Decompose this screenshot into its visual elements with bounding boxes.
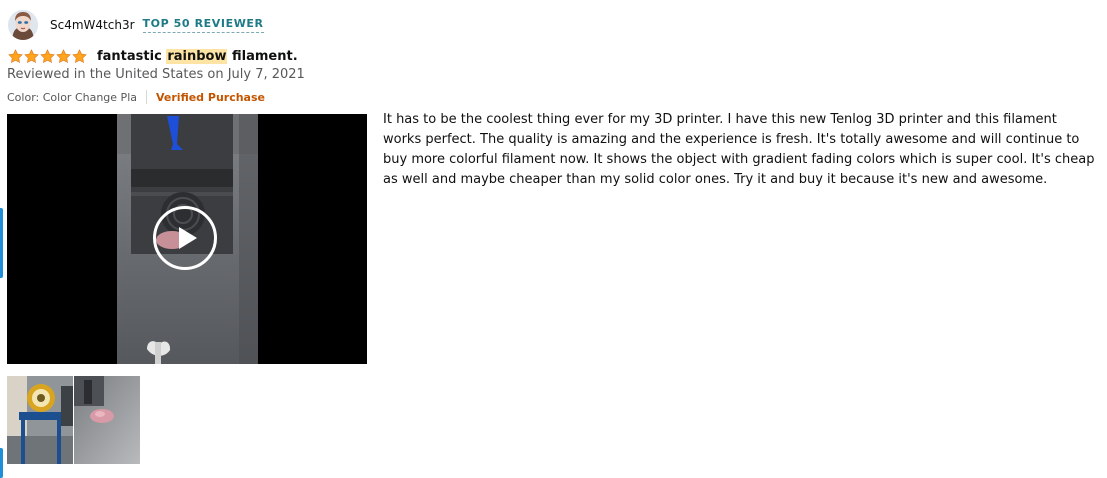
review-meta: Color: Color Change Pla Verified Purchas… [7, 89, 265, 105]
review-title-row: fantastic rainbow filament. [8, 47, 298, 65]
review-body-text: It has to be the coolest thing ever for … [383, 112, 1095, 187]
review-title[interactable]: fantastic rainbow filament. [97, 48, 298, 64]
review-page: Sc4mW4tch3r TOP 50 REVIEWER fantastic ra… [0, 0, 1107, 478]
review-title-end: filament. [227, 48, 298, 64]
review-image-thumbnail[interactable] [7, 376, 73, 464]
printer-spool-image [7, 376, 73, 464]
review-title-highlight: rainbow [166, 48, 228, 64]
review-date: Reviewed in the United States on July 7,… [7, 67, 305, 82]
star-icon [56, 48, 71, 63]
verified-purchase-badge: Verified Purchase [156, 90, 265, 104]
print-bed-image [74, 376, 140, 464]
reviewer-name[interactable]: Sc4mW4tch3r [50, 18, 135, 32]
review-video[interactable] [7, 114, 367, 364]
star-icon [24, 48, 39, 63]
star-icon [72, 48, 87, 63]
page-edge-accent-lower [0, 448, 3, 478]
star-rating[interactable] [8, 48, 87, 64]
review-image-thumbnail[interactable] [74, 376, 140, 464]
avatar[interactable] [8, 10, 38, 40]
star-icon [8, 48, 23, 63]
review-title-start: fantastic [97, 48, 167, 64]
meta-divider [146, 90, 147, 104]
reviewer-profile[interactable]: Sc4mW4tch3r TOP 50 REVIEWER [8, 10, 264, 40]
page-edge-accent [0, 208, 3, 278]
product-variant[interactable]: Color: Color Change Pla [7, 91, 137, 104]
reviewer-rank-badge[interactable]: TOP 50 REVIEWER [142, 17, 264, 33]
star-icon [40, 48, 55, 63]
play-icon [179, 227, 197, 249]
play-button[interactable] [153, 206, 217, 270]
